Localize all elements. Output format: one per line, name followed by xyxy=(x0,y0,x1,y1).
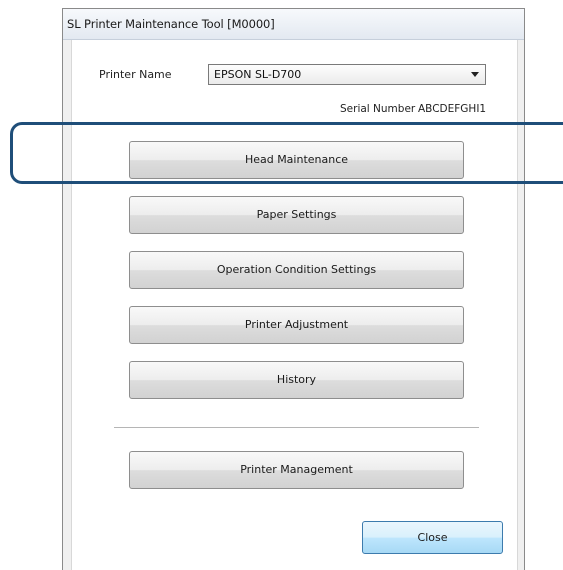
window-title: SL Printer Maintenance Tool [M0000] xyxy=(63,9,524,40)
printer-name-value: EPSON SL-D700 xyxy=(214,68,302,81)
printer-adjustment-button[interactable]: Printer Adjustment xyxy=(129,306,464,344)
screen: SL Printer Maintenance Tool [M0000] Prin… xyxy=(0,0,563,570)
paper-settings-button[interactable]: Paper Settings xyxy=(129,196,464,234)
printer-name-label: Printer Name xyxy=(99,68,172,81)
separator-line xyxy=(114,427,479,429)
printer-management-button[interactable]: Printer Management xyxy=(129,451,464,489)
operation-condition-settings-button[interactable]: Operation Condition Settings xyxy=(129,251,464,289)
window-client-area: Printer Name EPSON SL-D700 Serial Number… xyxy=(71,40,518,570)
history-button[interactable]: History xyxy=(129,361,464,399)
printer-name-select[interactable]: EPSON SL-D700 xyxy=(208,64,486,85)
chevron-down-icon[interactable] xyxy=(471,72,479,77)
head-maintenance-button[interactable]: Head Maintenance xyxy=(129,141,464,179)
serial-number-value: ABCDEFGHI1 xyxy=(418,103,487,115)
maintenance-tool-window: SL Printer Maintenance Tool [M0000] Prin… xyxy=(62,8,525,570)
serial-number-label: Serial Number xyxy=(340,103,416,115)
close-button[interactable]: Close xyxy=(362,521,503,554)
